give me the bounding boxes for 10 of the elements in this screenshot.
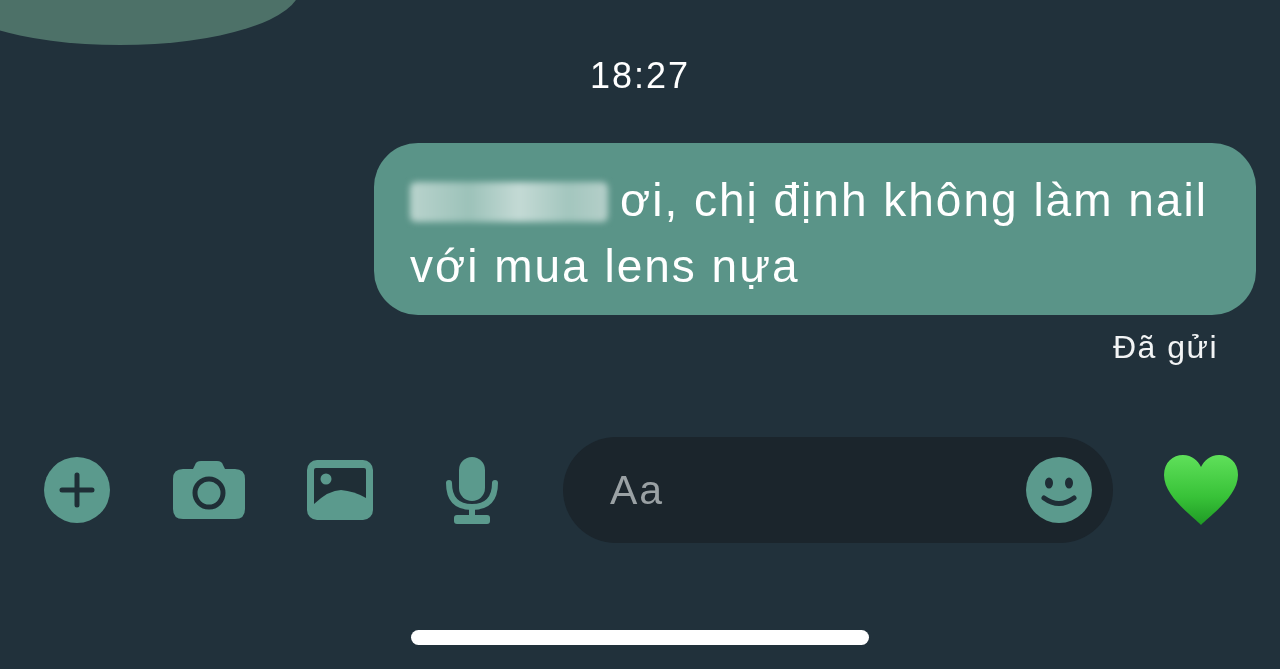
smiley-icon[interactable] (1026, 457, 1092, 523)
delivery-status: Đã gửi (1112, 328, 1218, 367)
microphone-icon[interactable] (445, 456, 499, 524)
message-timestamp: 18:27 (589, 54, 691, 98)
plus-icon[interactable] (44, 457, 110, 523)
camera-icon[interactable] (173, 461, 245, 519)
message-text: ơi, chị định không làm nail với mua lens nựa (410, 174, 1208, 292)
message-input[interactable]: Aa (563, 437, 1113, 543)
picture-icon[interactable] (307, 460, 373, 520)
heart-icon[interactable] (1164, 455, 1238, 525)
